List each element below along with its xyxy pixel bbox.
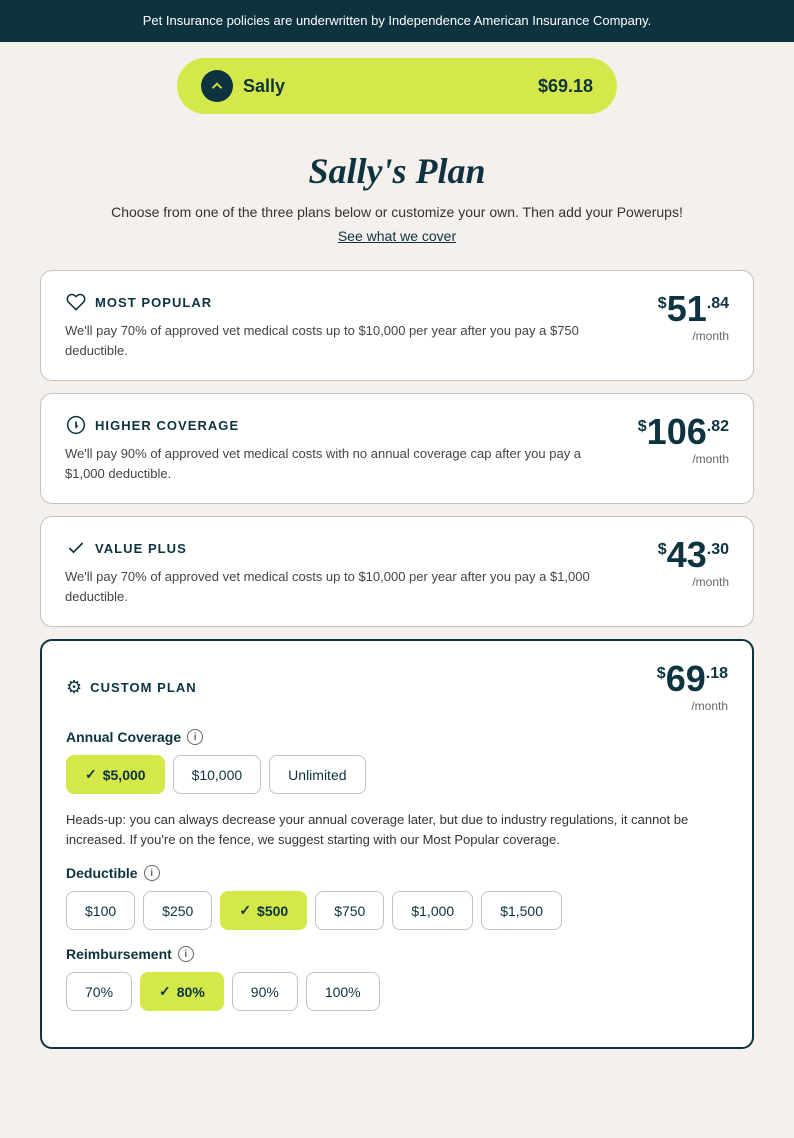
reimbursement-title: Reimbursement i [66,946,728,962]
plan-header-most-popular: MOST POPULAR [65,291,638,313]
plan-card-higher-coverage[interactable]: HIGHER COVERAGE We'll pay 90% of approve… [40,393,754,504]
deductible-section: Deductible i $100$250✓ $500$750$1,000$1,… [66,865,728,930]
checkmark-icon: ✓ [239,902,251,919]
option--1-500[interactable]: $1,500 [481,891,562,930]
custom-price-month: /month [657,699,728,713]
deductible-info-icon[interactable]: i [144,865,160,881]
gear-icon: ⚙ [66,677,82,698]
deductible-title: Deductible i [66,865,728,881]
option--100[interactable]: $100 [66,891,135,930]
deductible-options: $100$250✓ $500$750$1,000$1,500 [66,891,728,930]
custom-price-cents: .18 [706,665,728,683]
option--250[interactable]: $250 [143,891,212,930]
option-100-[interactable]: 100% [306,972,380,1011]
plan-card-left-higher-coverage: HIGHER COVERAGE We'll pay 90% of approve… [65,414,638,483]
plan-icon-most-popular [65,291,87,313]
see-what-link-container: See what we cover [40,228,754,246]
reimbursement-options: 70%✓ 80%90%100% [66,972,728,1011]
option--5-000[interactable]: ✓ $5,000 [66,755,165,794]
option--10-000[interactable]: $10,000 [173,755,262,794]
pet-banner[interactable]: Sally $69.18 [177,58,617,114]
plan-card-most-popular[interactable]: MOST POPULAR We'll pay 70% of approved v… [40,270,754,381]
custom-price-dollar: $ [657,665,666,683]
plan-desc-most-popular: We'll pay 70% of approved vet medical co… [65,321,638,360]
plan-label-higher-coverage: HIGHER COVERAGE [95,418,239,433]
pet-price: $69.18 [538,76,593,97]
plan-label-most-popular: MOST POPULAR [95,295,212,310]
option-80-[interactable]: ✓ 80% [140,972,224,1011]
plan-header-value-plus: VALUE PLUS [65,537,638,559]
reimbursement-info-icon[interactable]: i [178,946,194,962]
pet-name: Sally [243,76,285,97]
plan-cards-container: MOST POPULAR We'll pay 70% of approved v… [40,270,754,627]
checkmark-icon: ✓ [85,766,97,783]
custom-plan-price: $ 69 .18 /month [657,661,728,713]
plan-price-most-popular: $ 51 .84 /month [658,291,729,343]
page-title: Sally's Plan [40,150,754,192]
option-90-[interactable]: 90% [232,972,298,1011]
plan-label-value-plus: VALUE PLUS [95,541,187,556]
checkmark-icon: ✓ [159,983,171,1000]
annual-coverage-title: Annual Coverage i [66,729,728,745]
plan-price-value-plus: $ 43 .30 /month [658,537,729,589]
plan-icon-higher-coverage [65,414,87,436]
custom-header-left: ⚙ CUSTOM PLAN [66,677,197,698]
custom-price-main: 69 [666,661,706,697]
pet-icon [201,70,233,102]
custom-plan-card: ⚙ CUSTOM PLAN $ 69 .18 /month Annual Cov… [40,639,754,1049]
option-Unlimited[interactable]: Unlimited [269,755,365,794]
plan-card-left-most-popular: MOST POPULAR We'll pay 70% of approved v… [65,291,658,360]
plan-desc-value-plus: We'll pay 70% of approved vet medical co… [65,567,638,606]
option-70-[interactable]: 70% [66,972,132,1011]
custom-card-header: ⚙ CUSTOM PLAN $ 69 .18 /month [66,661,728,713]
option--500[interactable]: ✓ $500 [220,891,307,930]
top-bar: Pet Insurance policies are underwritten … [0,0,794,42]
pet-banner-left: Sally [201,70,285,102]
plan-card-value-plus[interactable]: VALUE PLUS We'll pay 70% of approved vet… [40,516,754,627]
plan-card-left-value-plus: VALUE PLUS We'll pay 70% of approved vet… [65,537,658,606]
reimbursement-section: Reimbursement i 70%✓ 80%90%100% [66,946,728,1011]
plan-price-higher-coverage: $ 106 .82 /month [638,414,729,466]
heads-up-text: Heads-up: you can always decrease your a… [66,810,728,849]
see-what-link[interactable]: See what we cover [338,228,456,244]
main-content: Sally's Plan Choose from one of the thre… [0,130,794,1101]
plan-desc-higher-coverage: We'll pay 90% of approved vet medical co… [65,444,618,483]
annual-coverage-section: Annual Coverage i ✓ $5,000$10,000Unlimit… [66,729,728,849]
plan-header-higher-coverage: HIGHER COVERAGE [65,414,618,436]
option--1-000[interactable]: $1,000 [392,891,473,930]
annual-coverage-options: ✓ $5,000$10,000Unlimited [66,755,728,794]
plan-icon-value-plus [65,537,87,559]
plan-subtitle: Choose from one of the three plans below… [40,204,754,220]
annual-coverage-info-icon[interactable]: i [187,729,203,745]
option--750[interactable]: $750 [315,891,384,930]
top-bar-text: Pet Insurance policies are underwritten … [143,13,652,28]
custom-plan-label: CUSTOM PLAN [90,680,197,695]
